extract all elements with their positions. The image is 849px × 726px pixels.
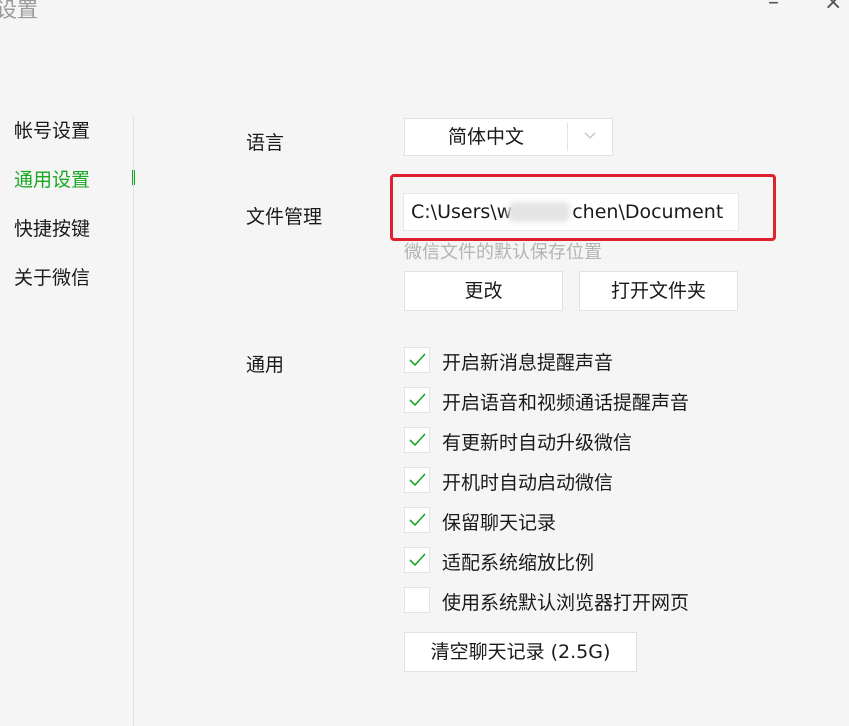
checkbox[interactable] — [404, 507, 430, 533]
option-label: 开机时自动启动微信 — [442, 472, 614, 494]
sidebar-item-about[interactable]: 关于微信 — [14, 263, 90, 290]
file-management-label: 文件管理 — [246, 206, 323, 228]
option-label: 有更新时自动升级微信 — [442, 432, 633, 454]
option-label: 保留聊天记录 — [442, 512, 557, 534]
checkbox[interactable] — [404, 387, 430, 413]
checkmark-icon — [409, 393, 426, 407]
close-button[interactable]: × — [824, 0, 842, 15]
general-label: 通用 — [246, 354, 285, 376]
language-selected-value: 简体中文 — [447, 126, 524, 148]
file-path-hint: 微信文件的默认保存位置 — [404, 242, 602, 263]
checkmark-icon — [409, 353, 426, 367]
select-divider — [567, 123, 568, 151]
language-label: 语言 — [246, 132, 285, 154]
checkbox[interactable] — [404, 547, 430, 573]
open-folder-button[interactable]: 打开文件夹 — [579, 271, 738, 311]
checkmark-icon — [409, 433, 426, 447]
sidebar-item-shortcuts[interactable]: 快捷按键 — [14, 214, 90, 241]
option-label: 开启语音和视频通话提醒声音 — [442, 392, 690, 414]
language-select[interactable]: 简体中文 — [404, 118, 613, 156]
checkbox[interactable] — [404, 587, 430, 613]
checkmark-icon — [409, 553, 426, 567]
option-label: 适配系统缩放比例 — [442, 552, 595, 574]
checkbox[interactable] — [404, 427, 430, 453]
sidebar-divider — [133, 116, 134, 726]
change-path-button[interactable]: 更改 — [404, 271, 563, 311]
checkmark-icon — [409, 513, 426, 527]
chevron-down-icon[interactable] — [583, 129, 597, 143]
minimize-button[interactable]: – — [768, 0, 779, 15]
highlight-annotation — [390, 174, 776, 241]
option-label: 使用系统默认浏览器打开网页 — [442, 592, 690, 614]
checkbox[interactable] — [404, 347, 430, 373]
option-label: 开启新消息提醒声音 — [442, 352, 614, 374]
clear-history-button[interactable]: 清空聊天记录 (2.5G) — [404, 632, 637, 672]
checkmark-icon — [409, 473, 426, 487]
checkbox[interactable] — [404, 467, 430, 493]
window-title: 设置 — [0, 0, 38, 22]
sidebar-item-general[interactable]: 通用设置 — [14, 165, 90, 192]
sidebar-item-account[interactable]: 帐号设置 — [14, 116, 90, 143]
